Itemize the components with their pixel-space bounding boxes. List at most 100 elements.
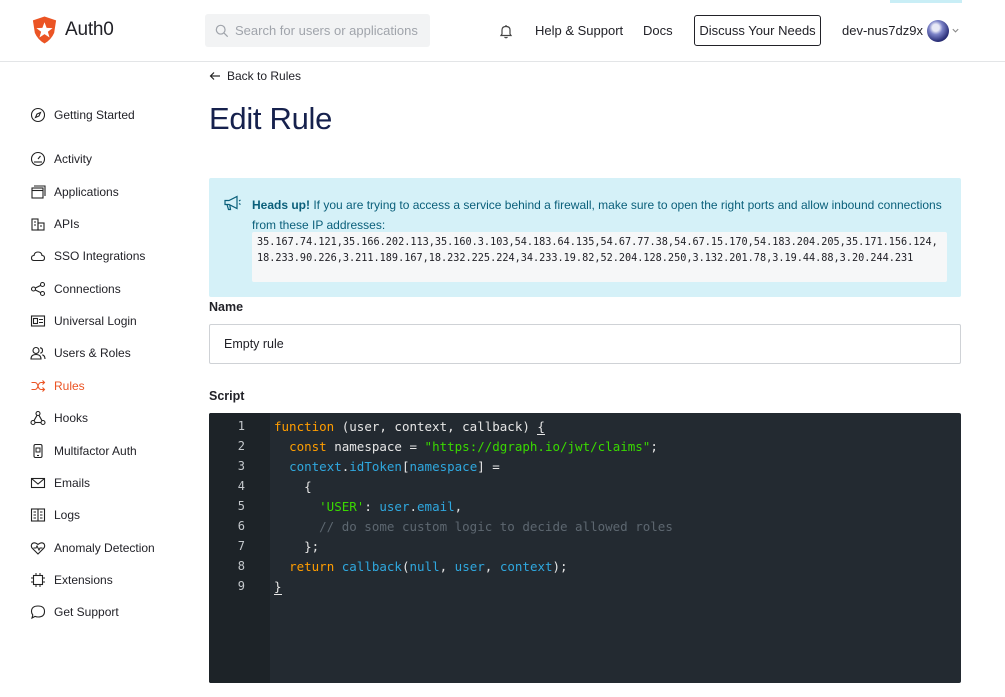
sidebar-item-label: Anomaly Detection xyxy=(54,541,155,555)
script-label: Script xyxy=(209,389,245,403)
chip-icon xyxy=(31,573,45,587)
top-accent-strip xyxy=(890,0,962,3)
code-line-9: } xyxy=(274,579,282,595)
line-number: 6 xyxy=(237,519,245,533)
alert-message: Heads up! If you are trying to access a … xyxy=(252,195,942,235)
code-variable: namespace xyxy=(409,459,478,474)
hooks-icon xyxy=(30,410,46,426)
code-line-3: context.idToken[namespace] = xyxy=(274,459,500,474)
heart-pulse-icon xyxy=(30,542,46,555)
sidebar-item-label: APIs xyxy=(54,217,80,231)
brand-name: Auth0 xyxy=(65,19,114,40)
code-property: idToken xyxy=(349,459,402,474)
search-input[interactable] xyxy=(235,23,425,38)
ip-address-list: 35.167.74.121,35.166.202.113,35.160.3.10… xyxy=(252,232,947,282)
gauge-icon xyxy=(30,151,46,167)
avatar[interactable] xyxy=(927,20,949,42)
code-text: , xyxy=(439,559,455,574)
login-card-icon xyxy=(30,315,46,327)
sidebar: Getting Started Activity Applications AP… xyxy=(0,62,190,697)
code-line-8: return callback(null, user, context); xyxy=(274,559,568,574)
sidebar-item-label: Extensions xyxy=(54,573,113,587)
sidebar-item-label: Emails xyxy=(54,476,91,490)
sidebar-item-multifactor-auth[interactable]: Multifactor Auth xyxy=(30,441,137,461)
script-editor[interactable]: 1 2 3 4 5 6 7 8 9 function (user, contex… xyxy=(209,413,961,683)
sidebar-item-sso-integrations[interactable]: SSO Integrations xyxy=(30,246,145,266)
sidebar-item-getting-started[interactable]: Getting Started xyxy=(30,105,135,125)
line-number: 3 xyxy=(237,459,245,473)
sidebar-item-label: Connections xyxy=(54,282,121,296)
api-building-icon xyxy=(31,218,45,231)
sidebar-item-apis[interactable]: APIs xyxy=(30,214,79,234)
code-line-6: // do some custom logic to decide allowe… xyxy=(274,519,673,534)
code-null: null xyxy=(409,559,440,574)
code-string: "https://dgraph.io/jwt/claims" xyxy=(424,439,651,454)
back-to-rules-link[interactable]: Back to Rules xyxy=(209,68,301,84)
notification-bell-icon[interactable] xyxy=(498,23,514,39)
code-string: 'USER' xyxy=(319,499,365,514)
megaphone-icon xyxy=(224,195,241,211)
sidebar-item-connections[interactable]: Connections xyxy=(30,279,121,299)
sidebar-item-emails[interactable]: Emails xyxy=(30,473,90,493)
line-number: 5 xyxy=(237,499,245,513)
sidebar-item-activity[interactable]: Activity xyxy=(30,149,92,169)
sidebar-item-hooks[interactable]: Hooks xyxy=(30,408,88,428)
chevron-down-icon[interactable] xyxy=(951,26,960,35)
line-number: 1 xyxy=(237,419,245,433)
code-function: callback xyxy=(341,559,402,574)
sidebar-item-label: Activity xyxy=(54,152,93,166)
compass-icon xyxy=(30,107,46,123)
sidebar-item-label: Users & Roles xyxy=(54,346,131,360)
code-variable: context xyxy=(499,559,553,574)
sidebar-item-users-roles[interactable]: Users & Roles xyxy=(30,343,131,363)
code-property: email xyxy=(417,499,455,514)
firewall-alert: Heads up! If you are trying to access a … xyxy=(209,178,961,297)
sidebar-item-label: Universal Login xyxy=(54,314,137,328)
code-text: (user, context, callback) xyxy=(334,419,538,434)
discuss-your-needs-button[interactable]: Discuss Your Needs xyxy=(694,15,821,46)
code-line-7: }; xyxy=(274,539,320,554)
code-brace: { xyxy=(537,419,545,435)
sidebar-item-label: SSO Integrations xyxy=(54,249,146,263)
code-keyword: const xyxy=(289,439,327,454)
code-text: . xyxy=(409,499,418,514)
line-number-gutter: 1 2 3 4 5 6 7 8 9 xyxy=(209,413,270,683)
sidebar-item-label: Hooks xyxy=(54,411,89,425)
sidebar-item-universal-login[interactable]: Universal Login xyxy=(30,311,137,331)
code-line-1: function (user, context, callback) { xyxy=(274,419,545,435)
search-icon xyxy=(215,24,229,37)
tenant-name[interactable]: dev-nus7dz9x xyxy=(842,23,923,38)
docs-link[interactable]: Docs xyxy=(643,23,673,38)
code-text: , xyxy=(484,559,500,574)
connections-icon xyxy=(30,281,46,297)
sidebar-item-label: Multifactor Auth xyxy=(54,444,137,458)
search-box[interactable] xyxy=(205,14,430,47)
auth0-shield-icon xyxy=(32,16,57,44)
sidebar-item-anomaly-detection[interactable]: Anomaly Detection xyxy=(30,538,155,558)
code-line-4: { xyxy=(274,479,312,494)
users-icon xyxy=(30,346,46,360)
chat-bubble-icon xyxy=(30,605,46,620)
code-variable: user xyxy=(379,499,410,514)
alert-heading: Heads up! xyxy=(252,198,311,212)
help-support-link[interactable]: Help & Support xyxy=(535,23,623,38)
phone-icon xyxy=(33,443,43,459)
sidebar-item-extensions[interactable]: Extensions xyxy=(30,570,113,590)
rule-name-input[interactable] xyxy=(209,324,961,364)
auth0-logo[interactable]: Auth0 xyxy=(30,14,114,46)
line-number: 9 xyxy=(237,579,245,593)
sidebar-item-applications[interactable]: Applications xyxy=(30,182,119,202)
sidebar-item-get-support[interactable]: Get Support xyxy=(30,602,119,622)
page-title: Edit Rule xyxy=(209,101,333,136)
sidebar-item-label: Getting Started xyxy=(54,108,135,122)
sidebar-item-logs[interactable]: Logs xyxy=(30,505,80,525)
code-text: ] = xyxy=(477,459,500,474)
envelope-icon xyxy=(30,477,46,489)
sidebar-item-rules[interactable]: Rules xyxy=(30,376,85,396)
code-line-2: const namespace = "https://dgraph.io/jwt… xyxy=(274,439,658,454)
